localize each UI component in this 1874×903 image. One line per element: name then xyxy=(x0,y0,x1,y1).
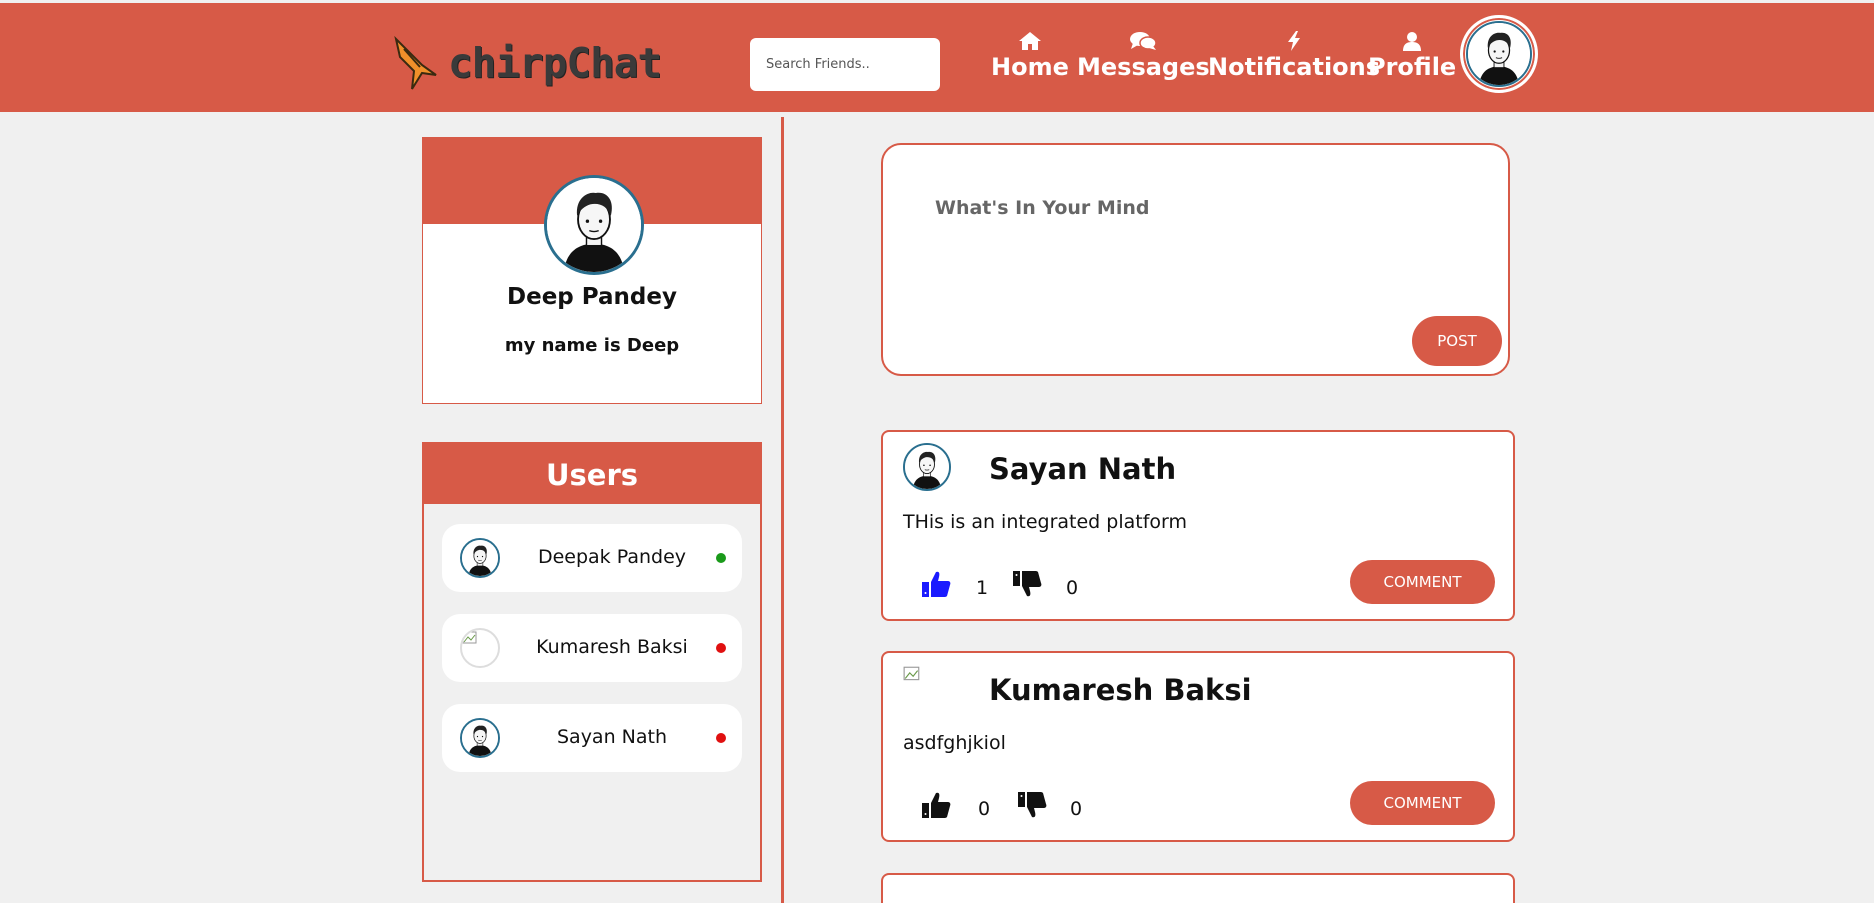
nav-home-label: Home xyxy=(991,53,1069,81)
nav-messages-label: Messages xyxy=(1077,53,1210,81)
thumbs-up-icon[interactable] xyxy=(921,569,951,599)
post-composer: POST xyxy=(881,143,1510,376)
user-name: Sayan Nath xyxy=(556,726,668,748)
post-author-avatar[interactable] xyxy=(903,443,951,491)
dislike-count: 0 xyxy=(1070,798,1083,820)
user-item-deepak-pandey[interactable]: Deepak Pandey xyxy=(442,524,742,592)
nav-profile-label: Profile xyxy=(1368,53,1457,81)
user-name: Kumaresh Baksi xyxy=(536,636,688,658)
user-item-sayan-nath[interactable]: Sayan Nath xyxy=(442,704,742,772)
post-button[interactable]: POST xyxy=(1412,316,1502,366)
header-avatar[interactable] xyxy=(1460,15,1538,93)
avatar-image xyxy=(1466,21,1532,87)
messages-icon xyxy=(1130,32,1158,50)
offline-status-dot xyxy=(716,733,726,743)
home-icon xyxy=(1018,32,1041,50)
post-author-avatar-broken-image[interactable] xyxy=(903,665,923,685)
app-logo[interactable]: chirpChat xyxy=(392,33,662,93)
nav-home[interactable]: Home xyxy=(991,31,1069,81)
avatar-image xyxy=(547,178,641,272)
bolt-icon xyxy=(1288,31,1301,51)
user-icon xyxy=(1403,32,1422,51)
profile-bio: my name is Deep xyxy=(504,335,680,356)
post-author-name[interactable]: Sayan Nath xyxy=(989,452,1176,486)
offline-status-dot xyxy=(716,643,726,653)
post-text: asdfghjkiol xyxy=(903,732,1006,754)
user-avatar xyxy=(460,538,500,578)
comment-button[interactable]: COMMENT xyxy=(1350,560,1495,604)
profile-card: Deep Pandey my name is Deep xyxy=(422,137,762,404)
search-friends-input[interactable] xyxy=(750,38,940,91)
profile-avatar[interactable] xyxy=(544,175,644,275)
dislike-count: 0 xyxy=(1066,577,1079,599)
post-text: THis is an integrated platform xyxy=(903,511,1187,533)
nav-profile[interactable]: Profile xyxy=(1368,31,1456,81)
logo-text: chirpChat xyxy=(448,39,662,87)
user-item-kumaresh-baksi[interactable]: Kumaresh Baksi xyxy=(442,614,742,682)
profile-name: Deep Pandey xyxy=(507,284,677,310)
bird-logo-icon xyxy=(394,35,437,90)
nav-messages[interactable]: Messages xyxy=(1077,31,1210,81)
post-card: Sayan Nath THis is an integrated platfor… xyxy=(881,430,1515,621)
post-author-name[interactable]: Kumaresh Baksi xyxy=(989,673,1252,707)
broken-image-icon xyxy=(903,666,920,681)
top-navbar: chirpChat Home Messages Notifications Pr… xyxy=(0,3,1874,112)
comment-button[interactable]: COMMENT xyxy=(1350,781,1495,825)
user-name: Deepak Pandey xyxy=(537,546,687,568)
post-card: Kumaresh Baksi asdfghjkiol 0 0 COMMENT xyxy=(881,651,1515,842)
like-count: 1 xyxy=(976,577,989,599)
broken-image-icon xyxy=(462,631,477,644)
nav-notifications[interactable]: Notifications xyxy=(1208,31,1380,81)
nav-notifications-label: Notifications xyxy=(1208,53,1381,81)
thumbs-up-icon[interactable] xyxy=(921,790,951,820)
users-title: Users xyxy=(424,444,760,504)
user-avatar-broken-image xyxy=(460,628,500,668)
post-card-partial xyxy=(881,873,1515,903)
thumbs-down-icon[interactable] xyxy=(1012,569,1042,599)
users-panel: Users Deepak Pandey Kumaresh Baksi Sayan… xyxy=(422,442,762,882)
user-avatar xyxy=(460,718,500,758)
post-textarea[interactable] xyxy=(933,195,1457,319)
thumbs-down-icon[interactable] xyxy=(1017,790,1047,820)
column-divider xyxy=(781,117,784,903)
online-status-dot xyxy=(716,553,726,563)
like-count: 0 xyxy=(978,798,991,820)
